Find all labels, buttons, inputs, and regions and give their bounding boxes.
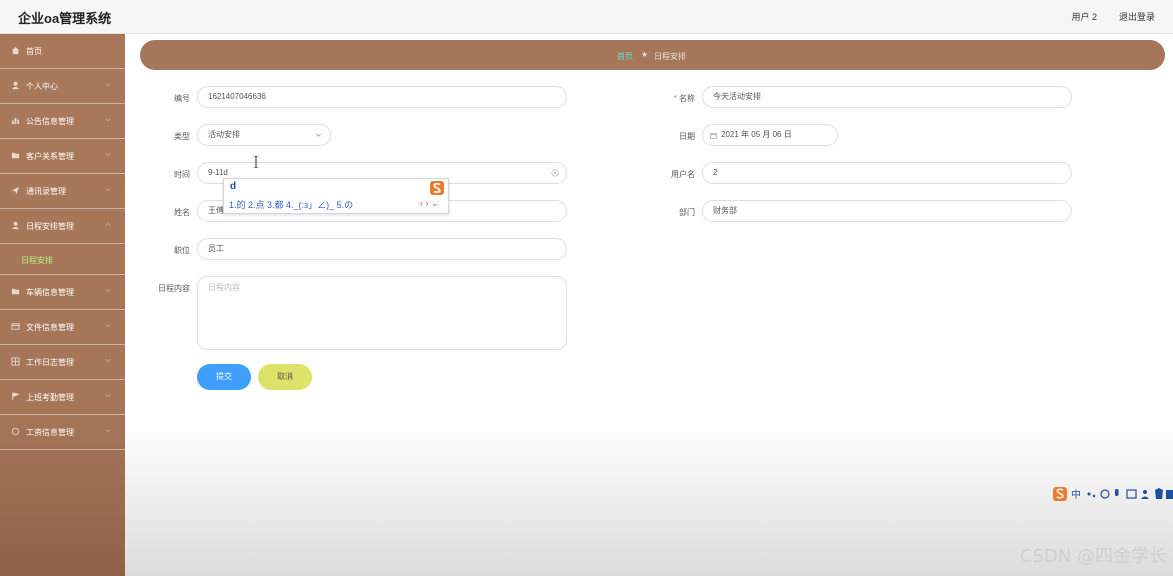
sidebar: 首页 个人中心 公告信息管理 客户关系管理 通讯录管理 日程安排管理 日程安排 … [0,34,125,576]
sidebar-item-label: 工资信息管理 [26,428,74,437]
sidebar-item-label: 日程安排管理 [26,222,74,231]
sidebar-item-vehicles[interactable]: 车辆信息管理 [0,275,125,310]
sidebar-item-personal-center[interactable]: 个人中心 [0,69,125,104]
sidebar-item-label: 文件信息管理 [26,323,74,332]
app-title: 企业oa管理系统 [18,11,112,26]
sidebar-item-label: 通讯录管理 [26,187,66,196]
label-mingcheng-text: 名称 [679,94,695,103]
ime-page-nav[interactable]: ‹ › ⌄ [420,198,439,209]
label-mingcheng: * 名称 [645,93,695,104]
bumen-input[interactable]: 财务部 [702,200,1072,222]
cancel-button[interactable]: 取消 [258,364,312,390]
clear-icon[interactable] [551,169,559,177]
sidebar-item-customers[interactable]: 客户关系管理 [0,139,125,174]
chevron-down-icon [105,83,111,87]
folder-icon [11,152,20,159]
label-riqi: 日期 [679,132,695,141]
sidebar-item-label: 工作日志管理 [26,358,74,367]
chevron-down-icon [105,429,111,433]
sidebar-item-worklog[interactable]: 工作日志管理 [0,345,125,380]
sidebar-item-label: 公告信息管理 [26,117,74,126]
sidebar-item-announcements[interactable]: 公告信息管理 [0,104,125,139]
user-icon [11,221,20,230]
sidebar-item-schedule[interactable]: 日程安排管理 [0,209,125,244]
ime-composition: d [230,181,237,192]
chevron-down-icon [105,188,111,192]
leixing-select[interactable]: 活动安排 [197,124,331,146]
ime-status-bar[interactable]: 中 [1053,486,1173,502]
current-user: 用户 2 [1071,12,1097,22]
label-zhiwei: 职位 [174,246,190,255]
breadcrumb-home[interactable]: 首页 [617,51,633,62]
chevron-down-icon [316,133,321,137]
watermark: CSDN @四金学长 [1019,546,1167,567]
label-xingming: 姓名 [174,208,190,217]
calendar-icon [710,133,717,139]
sidebar-item-label: 个人中心 [26,82,58,91]
sidebar-item-attendance[interactable]: 上班考勤管理 [0,380,125,415]
mingcheng-input[interactable]: 今天活动安排 [702,86,1072,108]
chevron-down-icon [105,394,111,398]
chevron-down-icon [105,324,111,328]
label-yonghuming: 用户名 [671,170,695,179]
send-icon [11,186,20,195]
svg-text:中: 中 [1071,488,1081,501]
main-content: 首页 ★ 日程安排 编号 1621407046636 * 名称 今天活动安排 类… [125,34,1173,576]
riqi-datepicker[interactable]: 2021 年 05 月 06 日 [702,124,838,146]
flag-icon [12,392,20,401]
label-shijian: 时间 [174,170,190,179]
chevron-down-icon [105,118,111,122]
sidebar-item-contacts[interactable]: 通讯录管理 [0,174,125,209]
home-icon [11,46,20,55]
folder-icon [11,288,20,295]
logout-link[interactable]: 退出登录 [1119,10,1155,23]
sidebar-item-label: 上班考勤管理 [26,393,74,402]
sidebar-item-label: 首页 [26,47,42,56]
chevron-down-icon [105,153,111,157]
chevron-down-icon [105,289,111,293]
submit-button[interactable]: 提交 [197,364,251,390]
riqi-value: 2021 年 05 月 06 日 [721,130,792,139]
sidebar-item-salary[interactable]: 工资信息管理 [0,415,125,450]
chevron-up-icon [105,222,111,227]
sidebar-item-files[interactable]: 文件信息管理 [0,310,125,345]
sidebar-item-label: 客户关系管理 [26,152,74,161]
yonghuming-input[interactable]: 2 [702,162,1072,184]
neirong-textarea[interactable]: 日程内容 [197,276,567,350]
file-icon [11,323,20,330]
zhiwei-input[interactable]: 员工 [197,238,567,260]
chart-icon [11,117,20,125]
shijian-value: 9-11d [208,168,228,177]
sidebar-subitem-schedule[interactable]: 日程安排 [0,244,125,275]
circle-icon [11,427,20,436]
leixing-selected-value: 活动安排 [208,130,240,139]
bianhao-input[interactable]: 1621407046636 [197,86,567,108]
label-leixing: 类型 [174,132,190,141]
label-bianhao: 编号 [174,94,190,103]
sidebar-subitem-label: 日程安排 [21,256,53,265]
sidebar-item-home[interactable]: 首页 [0,34,125,69]
breadcrumb: 首页 ★ 日程安排 [140,40,1165,70]
text-cursor-icon [254,156,258,168]
label-neirong: 日程内容 [158,284,190,293]
user-icon [11,81,20,90]
breadcrumb-separator-icon: ★ [641,50,649,59]
breadcrumb-current: 日程安排 [654,52,686,61]
chevron-down-icon [105,359,111,363]
sogou-logo-icon [430,181,444,195]
sidebar-item-label: 车辆信息管理 [26,288,74,297]
grid-icon [11,357,20,366]
ime-candidates[interactable]: 1.的 2.点 3.都 4._(:з」∠)_ 5.の [229,198,353,211]
ime-candidate-popup: d 1.的 2.点 3.都 4._(:з」∠)_ 5.の ‹ › ⌄ [223,178,449,214]
top-bar: 企业oa管理系统 用户 2 退出登录 [0,0,1173,34]
label-bumen: 部门 [679,208,695,217]
